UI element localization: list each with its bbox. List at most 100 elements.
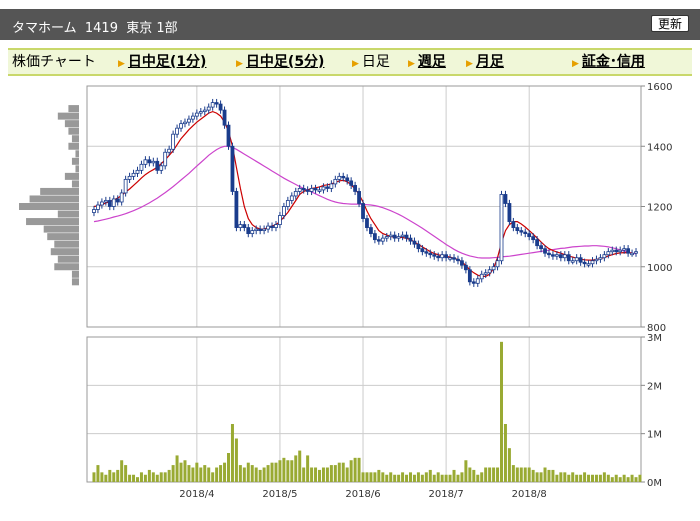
volume-bar bbox=[353, 457, 357, 482]
volume-bar bbox=[151, 472, 155, 482]
candle-body bbox=[281, 206, 286, 216]
volume-bar bbox=[191, 467, 195, 482]
volume-bar bbox=[614, 474, 618, 482]
volume-bar bbox=[124, 465, 128, 482]
candle-body bbox=[515, 227, 520, 231]
candle-body bbox=[333, 178, 338, 185]
candle-body bbox=[206, 106, 211, 111]
profile-bar bbox=[19, 203, 79, 210]
volume-bar bbox=[622, 474, 626, 482]
volume-bar bbox=[397, 474, 401, 482]
volume-bar bbox=[476, 474, 480, 482]
volume-bar bbox=[492, 467, 496, 482]
candle-body bbox=[574, 257, 579, 262]
candle-body bbox=[380, 237, 385, 242]
volume-bar bbox=[306, 455, 310, 482]
volume-bar bbox=[436, 472, 440, 482]
volume-bar bbox=[143, 474, 147, 482]
profile-bar bbox=[71, 180, 79, 188]
volume-bar bbox=[531, 469, 535, 482]
volume-bar bbox=[416, 472, 420, 482]
candle-body bbox=[590, 260, 595, 265]
volume-bar bbox=[488, 467, 492, 482]
volume-bar bbox=[175, 455, 179, 482]
volume-bar bbox=[242, 467, 246, 482]
volume-bar bbox=[444, 474, 448, 482]
candle-body bbox=[594, 258, 599, 262]
candle-body bbox=[155, 160, 160, 171]
y-tick-label: 1200 bbox=[647, 203, 672, 214]
candle-body bbox=[365, 218, 369, 228]
candle-body bbox=[531, 236, 536, 241]
x-tick-label: 2018/5 bbox=[262, 489, 297, 500]
volume-bar bbox=[535, 472, 539, 482]
volume-bar bbox=[132, 474, 136, 482]
profile-bar bbox=[26, 218, 79, 226]
volume-bar bbox=[282, 457, 286, 482]
candle-body bbox=[329, 183, 334, 189]
candle-body bbox=[440, 254, 445, 259]
candle-body bbox=[159, 165, 164, 171]
candle-body bbox=[349, 180, 354, 186]
volume-bar bbox=[412, 474, 416, 482]
volume-bar bbox=[365, 472, 369, 482]
candle-body bbox=[606, 251, 611, 256]
volume-bar bbox=[325, 467, 329, 482]
candle-body bbox=[226, 124, 231, 147]
volume-bar bbox=[598, 474, 602, 482]
profile-bar bbox=[43, 225, 79, 233]
candle-body bbox=[436, 255, 441, 259]
y-tick-label: 0M bbox=[647, 478, 662, 489]
candle-body bbox=[475, 278, 480, 284]
candle-body bbox=[258, 228, 263, 231]
candle-body bbox=[92, 209, 96, 213]
volume-bar bbox=[602, 472, 606, 482]
candle-body bbox=[222, 109, 227, 126]
volume-bar bbox=[507, 448, 511, 482]
volume-bar bbox=[484, 467, 488, 482]
candle-body bbox=[578, 257, 583, 263]
volume-bar bbox=[183, 460, 187, 482]
candle-body bbox=[598, 257, 603, 260]
volume-bar bbox=[230, 424, 234, 482]
candle-body bbox=[444, 254, 449, 259]
candle-body bbox=[566, 254, 571, 262]
candle-body bbox=[198, 111, 203, 114]
volume-bar bbox=[227, 453, 230, 482]
volume-bar bbox=[120, 460, 124, 482]
volume-bar bbox=[104, 474, 108, 482]
volume-bar bbox=[258, 469, 262, 482]
candle-body bbox=[570, 260, 575, 263]
volume-bar bbox=[345, 467, 349, 482]
volume-bar bbox=[195, 462, 199, 482]
stock-chart: 1600140012001000800 3M2M1M0M 2018/4 2018/… bbox=[19, 82, 672, 500]
y-tick-label: 2M bbox=[647, 381, 662, 392]
candle-body bbox=[618, 249, 623, 253]
volume-bar bbox=[634, 477, 638, 482]
candle-body bbox=[131, 172, 136, 177]
candle-body bbox=[543, 248, 547, 254]
candle-body bbox=[313, 188, 318, 191]
candle-body bbox=[416, 243, 421, 250]
volume-profile bbox=[19, 105, 80, 286]
volume-bar bbox=[337, 462, 341, 482]
candle-body bbox=[456, 258, 460, 262]
candle-body bbox=[305, 189, 310, 192]
candle-body bbox=[293, 191, 298, 197]
candle-body bbox=[210, 102, 215, 108]
profile-bar bbox=[29, 195, 80, 203]
y-tick-label: 3M bbox=[647, 333, 662, 344]
candle-body bbox=[554, 254, 559, 257]
candle-body bbox=[278, 215, 282, 225]
candle-body bbox=[630, 252, 634, 256]
candle-body bbox=[614, 249, 619, 253]
volume-bar bbox=[215, 467, 219, 482]
volume-bar bbox=[420, 474, 424, 482]
candle-body bbox=[171, 133, 176, 150]
profile-bar bbox=[71, 157, 79, 165]
candle-body bbox=[408, 237, 413, 242]
volume-bar bbox=[361, 472, 365, 482]
volume-bar bbox=[207, 467, 211, 482]
profile-bar bbox=[57, 210, 79, 218]
profile-bar bbox=[75, 165, 79, 173]
